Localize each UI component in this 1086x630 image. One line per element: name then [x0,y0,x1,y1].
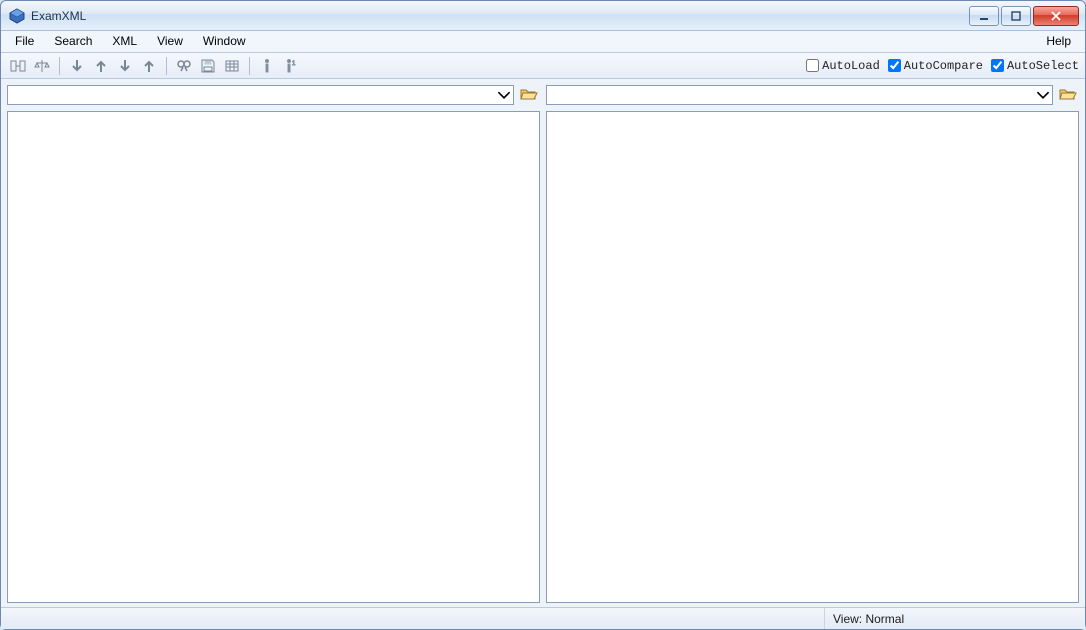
info-one-icon[interactable]: 1 [280,55,302,77]
autoselect-checkbox[interactable]: AutoSelect [991,59,1079,73]
compare-icon[interactable] [7,55,29,77]
file-selector-row [1,79,1085,107]
left-pane[interactable] [7,111,540,603]
statusbar: View: Normal [1,607,1085,629]
autoload-label: AutoLoad [822,59,880,73]
maximize-button[interactable] [1001,6,1031,26]
minimize-button[interactable] [969,6,999,26]
balance-icon[interactable] [31,55,53,77]
menu-file[interactable]: File [5,31,44,52]
right-file-slot [546,83,1079,107]
toolbar: 1 AutoLoad AutoCompare AutoSelect [1,53,1085,79]
menubar: File Search XML View Window Help [1,31,1085,53]
right-open-button[interactable] [1057,85,1079,105]
menu-help[interactable]: Help [1036,31,1081,52]
left-open-button[interactable] [518,85,540,105]
window-controls [965,4,1083,28]
svg-text:1: 1 [292,61,296,67]
chevron-down-icon[interactable] [497,87,511,103]
autocompare-checkbox[interactable]: AutoCompare [888,59,983,73]
menu-view[interactable]: View [147,31,193,52]
app-icon [9,8,25,24]
save-icon[interactable] [197,55,219,77]
next-diff-down-icon[interactable] [66,55,88,77]
titlebar: ExamXML [1,1,1085,31]
grid-icon[interactable] [221,55,243,77]
next-change-down-icon[interactable] [114,55,136,77]
menu-window[interactable]: Window [193,31,256,52]
info-icon[interactable] [256,55,278,77]
autoselect-label: AutoSelect [1007,59,1079,73]
menu-xml[interactable]: XML [102,31,147,52]
autoload-input[interactable] [806,59,819,72]
autocompare-label: AutoCompare [904,59,983,73]
close-button[interactable] [1033,6,1079,26]
status-left [1,608,825,629]
autoload-checkbox[interactable]: AutoLoad [806,59,880,73]
prev-change-up-icon[interactable] [138,55,160,77]
prev-diff-up-icon[interactable] [90,55,112,77]
right-pane[interactable] [546,111,1079,603]
app-window: ExamXML File Search XML View Window Help [0,0,1086,630]
find-icon[interactable] [173,55,195,77]
app-title: ExamXML [31,9,86,23]
folder-open-icon [1059,86,1077,105]
folder-open-icon [520,86,538,105]
right-file-combo[interactable] [546,85,1053,105]
chevron-down-icon[interactable] [1036,87,1050,103]
autoselect-input[interactable] [991,59,1004,72]
autocompare-input[interactable] [888,59,901,72]
compare-panes [1,107,1085,607]
status-view: View: Normal [825,608,1085,629]
left-file-combo[interactable] [7,85,514,105]
left-file-slot [7,83,540,107]
menu-search[interactable]: Search [44,31,102,52]
